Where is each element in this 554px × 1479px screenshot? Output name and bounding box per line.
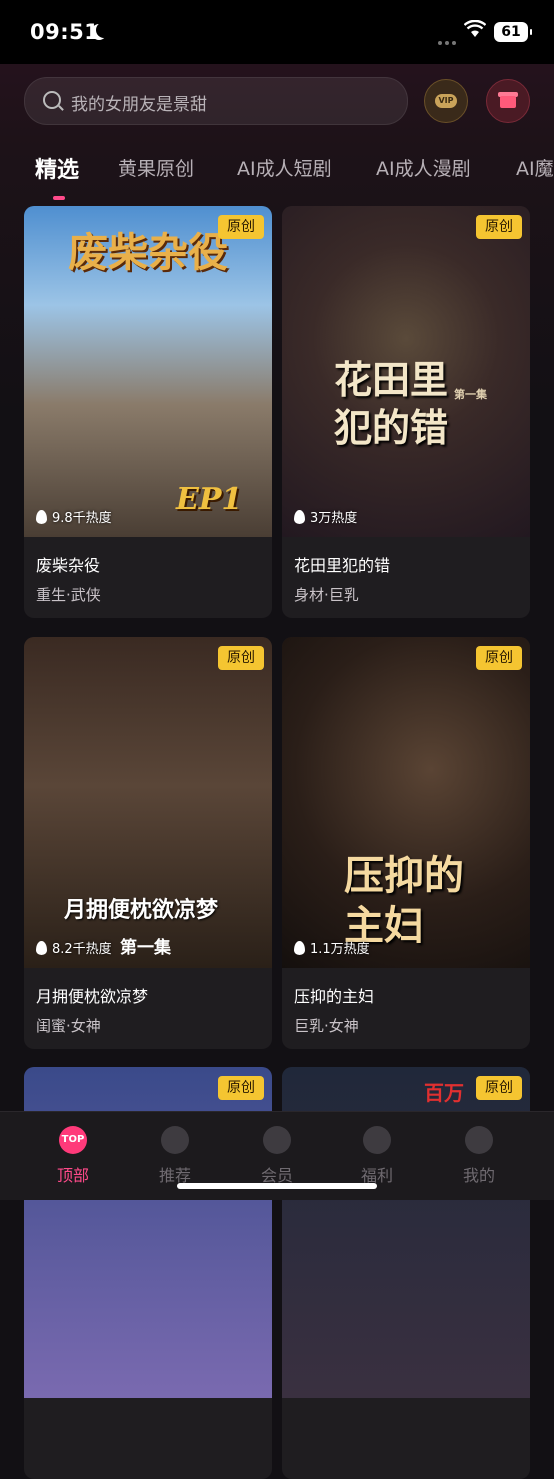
card-tags: 巨乳·女神 [294,1017,359,1035]
heat-count: 8.2千热度 [36,938,112,957]
card-tags: 重生·武侠 [36,586,101,604]
tab-ai-comic-drama[interactable]: AI成人漫剧 [376,154,471,181]
tab-original[interactable]: 黄果原创 [118,154,194,181]
original-badge: 原创 [476,646,522,670]
vip-button[interactable]: VIP [424,79,468,123]
flame-icon [294,941,305,955]
wifi-icon [464,20,486,37]
poster-image: 废柴杂役 EP1 [24,206,272,537]
poster-image: 压抑的主妇 [282,637,530,968]
poster-episode-text: 第一集 [454,388,487,401]
card-title: 压抑的主妇 [294,987,375,1006]
heat-count: 9.8千热度 [36,507,112,526]
nav-mine[interactable]: 我的 [424,1112,534,1200]
card-title: 废柴杂役 [36,556,101,575]
heat-count: 1.1万热度 [294,938,370,957]
drama-card[interactable]: 花田里犯的错 第一集 原创 3万热度 花田里犯的错 身材·巨乳 [282,206,530,618]
card-tags: 身材·巨乳 [294,586,359,604]
original-badge: 原创 [476,1076,522,1100]
gift-button[interactable] [486,79,530,123]
card-tags: 闺蜜·女神 [36,1017,101,1035]
poster-image: 花田里犯的错 第一集 [282,206,530,537]
profile-icon [465,1126,493,1154]
member-icon [263,1126,291,1154]
poster-title-text: 压抑的主妇 [344,852,464,949]
heat-count: 3万热度 [294,507,357,526]
flame-icon [36,510,47,524]
flame-icon [294,510,305,524]
original-badge: 原创 [218,1076,264,1100]
drama-card[interactable]: 压抑的主妇 原创 1.1万热度 压抑的主妇 巨乳·女神 [282,637,530,1049]
tab-ai-short-drama[interactable]: AI成人短剧 [237,154,332,181]
star-icon [161,1126,189,1154]
drama-card[interactable]: 废柴杂役 EP1 原创 9.8千热度 废柴杂役 重生·武侠 [24,206,272,618]
vip-icon: VIP [435,94,457,108]
search-placeholder: 我的女朋友是景甜 [71,95,207,115]
card-title: 花田里犯的错 [294,556,391,575]
status-time: 09:51 [30,20,100,44]
category-tabs: 精选 黄果原创 AI成人短剧 AI成人漫剧 AI魔 [0,148,554,192]
heart-icon [363,1126,391,1154]
nav-label: 顶部 [56,1166,89,1185]
signal-icon [438,30,459,49]
tab-indicator [53,196,65,200]
drama-card[interactable]: 月拥便枕欲凉梦 第一集 原创 8.2千热度 月拥便枕欲凉梦 闺蜜·女神 [24,637,272,1049]
poster-episode-text: EP1 [176,482,243,517]
tab-featured[interactable]: 精选 [35,152,79,184]
flame-icon [36,941,47,955]
home-indicator [177,1183,377,1189]
search-input[interactable]: 我的女朋友是景甜 [24,77,408,125]
poster-title-text: 花田里犯的错 [334,357,449,450]
battery-indicator: 61 [494,22,532,42]
nav-top[interactable]: TOP 顶部 [18,1112,128,1200]
poster-title-text: 月拥便枕欲凉梦 [64,897,219,923]
top-icon: TOP [59,1126,87,1154]
poster-image: 月拥便枕欲凉梦 第一集 [24,637,272,968]
poster-episode-text: 第一集 [120,938,171,958]
poster-title-text: 百万 [424,1081,464,1105]
moon-icon [96,22,112,38]
nav-label: 我的 [462,1166,495,1185]
original-badge: 原创 [476,215,522,239]
original-badge: 原创 [218,646,264,670]
status-bar: 09:51 61 [0,0,554,64]
card-title: 月拥便枕欲凉梦 [36,987,149,1006]
poster-title-text: 废柴杂役 [68,229,228,276]
tab-ai-more[interactable]: AI魔 [516,154,554,181]
search-icon [43,91,61,109]
original-badge: 原创 [218,215,264,239]
